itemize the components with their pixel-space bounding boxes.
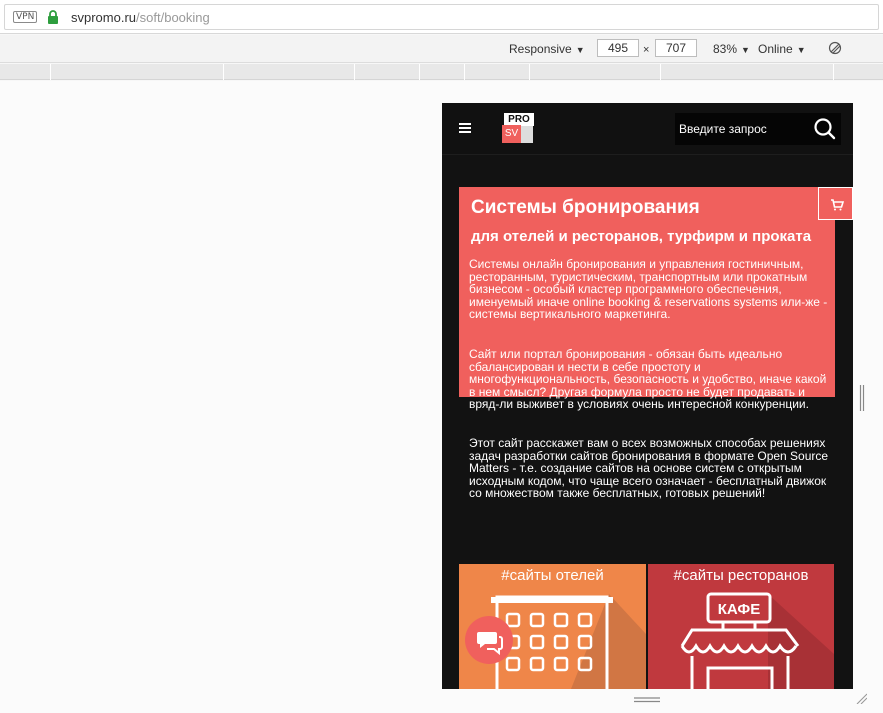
device-mode-dropdown[interactable]: Responsive ▼ (509, 42, 585, 56)
url-field[interactable]: VPN svpromo.ru/soft/booking (4, 4, 879, 30)
tile-restaurants-label: #сайты ресторанов (673, 567, 809, 584)
tile-restaurants[interactable]: КАФЕ #сайты ресторанов (648, 564, 834, 689)
network-dropdown[interactable]: Online ▼ (758, 42, 806, 56)
intro-paragraph-3: Этот сайт расскажет вам о всех возможных… (469, 436, 829, 500)
resize-handle-right[interactable] (859, 385, 865, 411)
search-placeholder: Введите запрос (679, 122, 767, 136)
width-input[interactable] (597, 39, 639, 57)
url-text[interactable]: svpromo.ru/soft/booking (71, 10, 210, 25)
url-domain: svpromo.ru (71, 10, 137, 25)
network-label: Online (758, 42, 793, 56)
hero-subtitle: для отелей и ресторанов, турфирм и прока… (471, 228, 812, 245)
url-path: /soft/booking (136, 10, 210, 25)
search-input[interactable]: Введите запрос (675, 113, 841, 145)
zoom-dropdown[interactable]: 83% ▼ (713, 42, 750, 56)
chat-bubble-icon (477, 632, 503, 656)
zoom-label: 83% (713, 42, 738, 56)
cart-button[interactable] (818, 187, 853, 220)
times-sign: × (643, 44, 650, 56)
cafe-sign-text: КАФЕ (718, 601, 760, 618)
search-icon[interactable] (809, 113, 841, 145)
lock-icon[interactable] (47, 10, 59, 25)
site-header: PRO SV Введите запрос (442, 103, 853, 155)
emulation-viewport: PRO SV Введите запрос Системы бронирован… (0, 81, 883, 713)
address-bar: VPN svpromo.ru/soft/booking (0, 0, 883, 34)
tile-hotels-label: #сайты отелей (501, 567, 604, 584)
vpn-badge[interactable]: VPN (13, 11, 38, 23)
resize-handle-bottom[interactable] (634, 696, 660, 704)
chat-button[interactable] (465, 616, 513, 664)
chevron-down-icon: ▼ (796, 45, 806, 55)
chevron-down-icon: ▼ (741, 45, 750, 55)
cart-icon (831, 199, 845, 211)
intro-paragraph-2: Сайт или портал бронирования - обязан бы… (469, 347, 827, 411)
hero-title: Системы бронирования (471, 197, 700, 218)
intro-paragraph-1: Системы онлайн бронирования и управления… (469, 257, 828, 321)
menu-icon[interactable] (459, 123, 471, 133)
site-logo[interactable]: PRO SV (502, 113, 534, 145)
device-frame: PRO SV Введите запрос Системы бронирован… (442, 103, 853, 689)
chevron-down-icon: ▼ (575, 45, 585, 55)
media-query-ruler[interactable] (0, 64, 883, 80)
rotate-icon[interactable] (828, 41, 842, 55)
device-mode-label: Responsive (509, 42, 572, 56)
device-toolbar: Responsive▼ × 83%▼ Online▼ (0, 35, 883, 63)
height-input[interactable] (655, 39, 697, 57)
logo-sv-text: SV (502, 125, 521, 143)
resize-handle-corner[interactable] (855, 692, 867, 704)
